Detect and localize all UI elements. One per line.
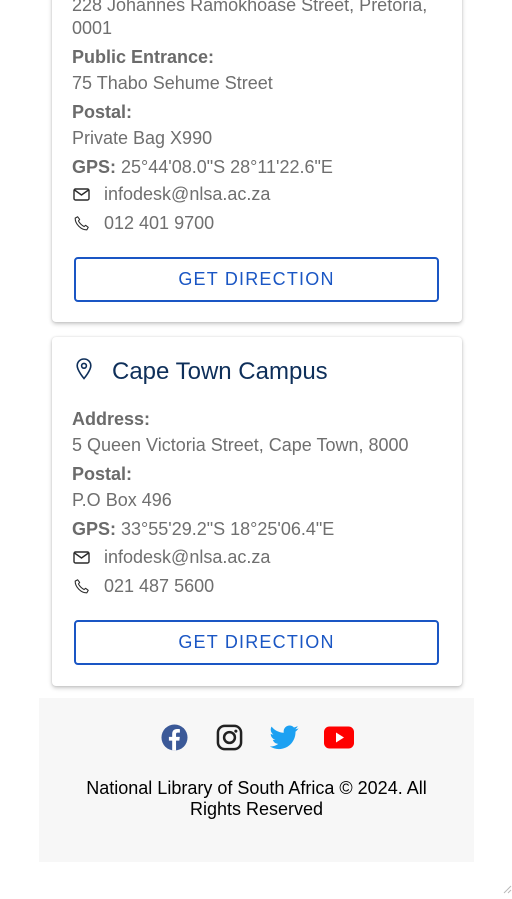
capetown-postal-value: P.O Box 496 bbox=[72, 490, 172, 510]
pretoria-email-row[interactable]: infodesk@nlsa.ac.za bbox=[72, 183, 270, 205]
mail-icon bbox=[72, 185, 90, 203]
capetown-phone[interactable]: 021 487 5600 bbox=[104, 576, 214, 597]
capetown-gps-label: GPS: bbox=[72, 519, 117, 539]
capetown-email[interactable]: infodesk@nlsa.ac.za bbox=[104, 547, 270, 568]
pretoria-address-line: 228 Johannes Ramokhoase Street, Pretoria… bbox=[72, 0, 428, 15]
pretoria-get-direction-button[interactable]: GET DIRECTION bbox=[74, 257, 439, 302]
pretoria-phone-row[interactable]: 012 401 9700 bbox=[72, 212, 214, 234]
phone-icon bbox=[72, 577, 90, 595]
instagram-icon[interactable] bbox=[214, 722, 244, 752]
site-footer: National Library of South Africa © 2024.… bbox=[39, 698, 474, 862]
pretoria-campus-card: 228 Johannes Ramokhoase Street, Pretoria… bbox=[52, 0, 462, 322]
pretoria-public-entrance-label: Public Entrance: bbox=[72, 47, 215, 67]
pretoria-phone[interactable]: 012 401 9700 bbox=[104, 213, 214, 234]
capetown-gps-value: 33°55'29.2"S 18°25'06.4"E bbox=[121, 519, 335, 539]
pretoria-gps: GPS: 25°44'08.0"S 28°11'22.6"E bbox=[72, 156, 333, 178]
capetown-campus-title: Cape Town Campus bbox=[112, 358, 328, 385]
pretoria-address-code: 0001 bbox=[72, 18, 113, 38]
capetown-get-direction-button[interactable]: GET DIRECTION bbox=[74, 620, 439, 665]
pretoria-gps-value: 25°44'08.0"S 28°11'22.6"E bbox=[121, 157, 333, 177]
capetown-gps: GPS: 33°55'29.2"S 18°25'06.4"E bbox=[72, 518, 334, 540]
capetown-phone-row[interactable]: 021 487 5600 bbox=[72, 575, 214, 597]
mail-icon bbox=[72, 548, 90, 566]
copyright-text: National Library of South Africa © 2024.… bbox=[86, 778, 427, 819]
capetown-postal-label: Postal: bbox=[72, 464, 133, 484]
capetown-address-value: 5 Queen Victoria Street, Cape Town, 8000 bbox=[72, 435, 409, 455]
pretoria-gps-label: GPS: bbox=[72, 157, 117, 177]
pretoria-email[interactable]: infodesk@nlsa.ac.za bbox=[104, 184, 270, 205]
resize-grip-icon[interactable] bbox=[500, 881, 512, 894]
pretoria-postal-label: Postal: bbox=[72, 102, 133, 122]
pretoria-public-entrance-value: 75 Thabo Sehume Street bbox=[72, 73, 273, 93]
capetown-email-row[interactable]: infodesk@nlsa.ac.za bbox=[72, 546, 270, 568]
pretoria-postal-value: Private Bag X990 bbox=[72, 128, 213, 148]
phone-icon bbox=[72, 214, 90, 232]
facebook-icon[interactable] bbox=[159, 722, 189, 752]
location-pin-icon bbox=[76, 358, 92, 385]
capetown-address-label: Address: bbox=[72, 409, 151, 429]
youtube-icon[interactable] bbox=[324, 722, 354, 752]
capetown-campus-card: Cape Town Campus Address: 5 Queen Victor… bbox=[52, 337, 462, 686]
twitter-icon[interactable] bbox=[269, 722, 299, 752]
